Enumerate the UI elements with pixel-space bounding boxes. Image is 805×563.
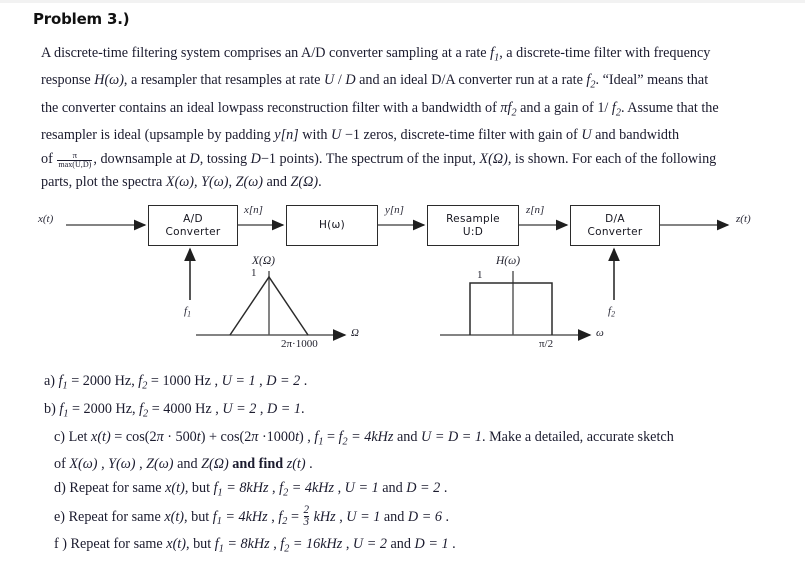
part-e: e) Repeat for same x(t), but f1 = 4kHz ,…	[54, 503, 450, 529]
statement-line-4: resampler is ideal (upsample by padding …	[41, 127, 680, 144]
plot-input-title: X(Ω)	[252, 255, 275, 267]
block-resampler-line2: U:D	[462, 225, 484, 238]
part-c-line1: c) Let x(t) = cos(2π · 500t) + cos(2π ·1…	[54, 428, 674, 447]
plot-filter-tick-label: π/2	[539, 338, 554, 350]
plot-filter-title: H(ω)	[496, 255, 521, 267]
diagram-wires	[66, 219, 730, 341]
plot-filter-axis-label: ω	[596, 327, 604, 339]
block-ad-line1: A/D	[183, 212, 203, 225]
document-page: Problem 3.) A discrete-time filtering sy…	[0, 0, 805, 563]
problem-statement: A discrete-time filtering system compris…	[41, 42, 771, 194]
statement-line-6: parts, plot the spectra X(ω), Y(ω), Z(ω)…	[41, 173, 322, 190]
parts-list: a) f1 = 2000 Hz, f2 = 1000 Hz , U = 1 , …	[44, 370, 784, 561]
plot-filter-rectangle	[469, 282, 553, 335]
label-clock-f2: f2	[608, 305, 616, 319]
page-top-edge	[0, 0, 805, 3]
label-xn: x[n]	[244, 204, 263, 216]
part-c-line2: of X(ω) , Y(ω) , Z(ω) and Z(Ω) and find …	[54, 456, 313, 473]
statement-line-3: the converter contains an ideal lowpass …	[41, 99, 719, 119]
part-d: d) Repeat for same x(t), but f1 = 8kHz ,…	[54, 479, 448, 499]
block-filter[interactable]: H(ω)	[286, 205, 378, 246]
statement-line-2: response H(ω), a resampler that resample…	[41, 72, 709, 91]
label-output-signal: z(t)	[736, 213, 751, 225]
block-da-line2: Converter	[587, 225, 643, 238]
block-resampler-line1: Resample	[446, 212, 500, 225]
block-filter-line1: H(ω)	[318, 219, 346, 231]
signal-chain-diagram: A/D Converter H(ω) Resample U:D D/A Conv…	[0, 193, 805, 368]
part-e-fraction: 23	[303, 503, 310, 529]
statement-line-5: of π max(U,D), downsample at D, tossing D…	[41, 149, 717, 169]
block-ad-line2: Converter	[165, 225, 221, 238]
bandwidth-fraction: π max(U,D)	[57, 149, 93, 169]
block-ad-converter[interactable]: A/D Converter	[148, 205, 238, 246]
part-b: b) f1 = 2000 Hz, f2 = 4000 Hz , U = 2 , …	[44, 400, 305, 420]
part-f: f ) Repeat for same x(t), but f1 = 8kHz …	[54, 536, 456, 555]
page-title: Problem 3.)	[33, 10, 130, 28]
plot-input-amplitude: 1	[251, 267, 257, 279]
label-clock-f1: f1	[184, 305, 192, 319]
plot-input-axis-label: Ω	[351, 327, 359, 339]
block-da-line1: D/A	[605, 212, 625, 225]
label-input-signal: x(t)	[38, 213, 54, 225]
label-zn: z[n]	[526, 204, 545, 216]
plot-filter-amplitude: 1	[477, 269, 483, 281]
plot-input-tick-label: 2π·1000	[281, 338, 318, 350]
block-da-converter[interactable]: D/A Converter	[570, 205, 660, 246]
label-yn: y[n]	[385, 204, 404, 216]
block-resampler[interactable]: Resample U:D	[427, 205, 519, 246]
statement-line-1: A discrete-time filtering system compris…	[41, 45, 711, 64]
part-a: a) f1 = 2000 Hz, f2 = 1000 Hz , U = 1 , …	[44, 373, 308, 392]
